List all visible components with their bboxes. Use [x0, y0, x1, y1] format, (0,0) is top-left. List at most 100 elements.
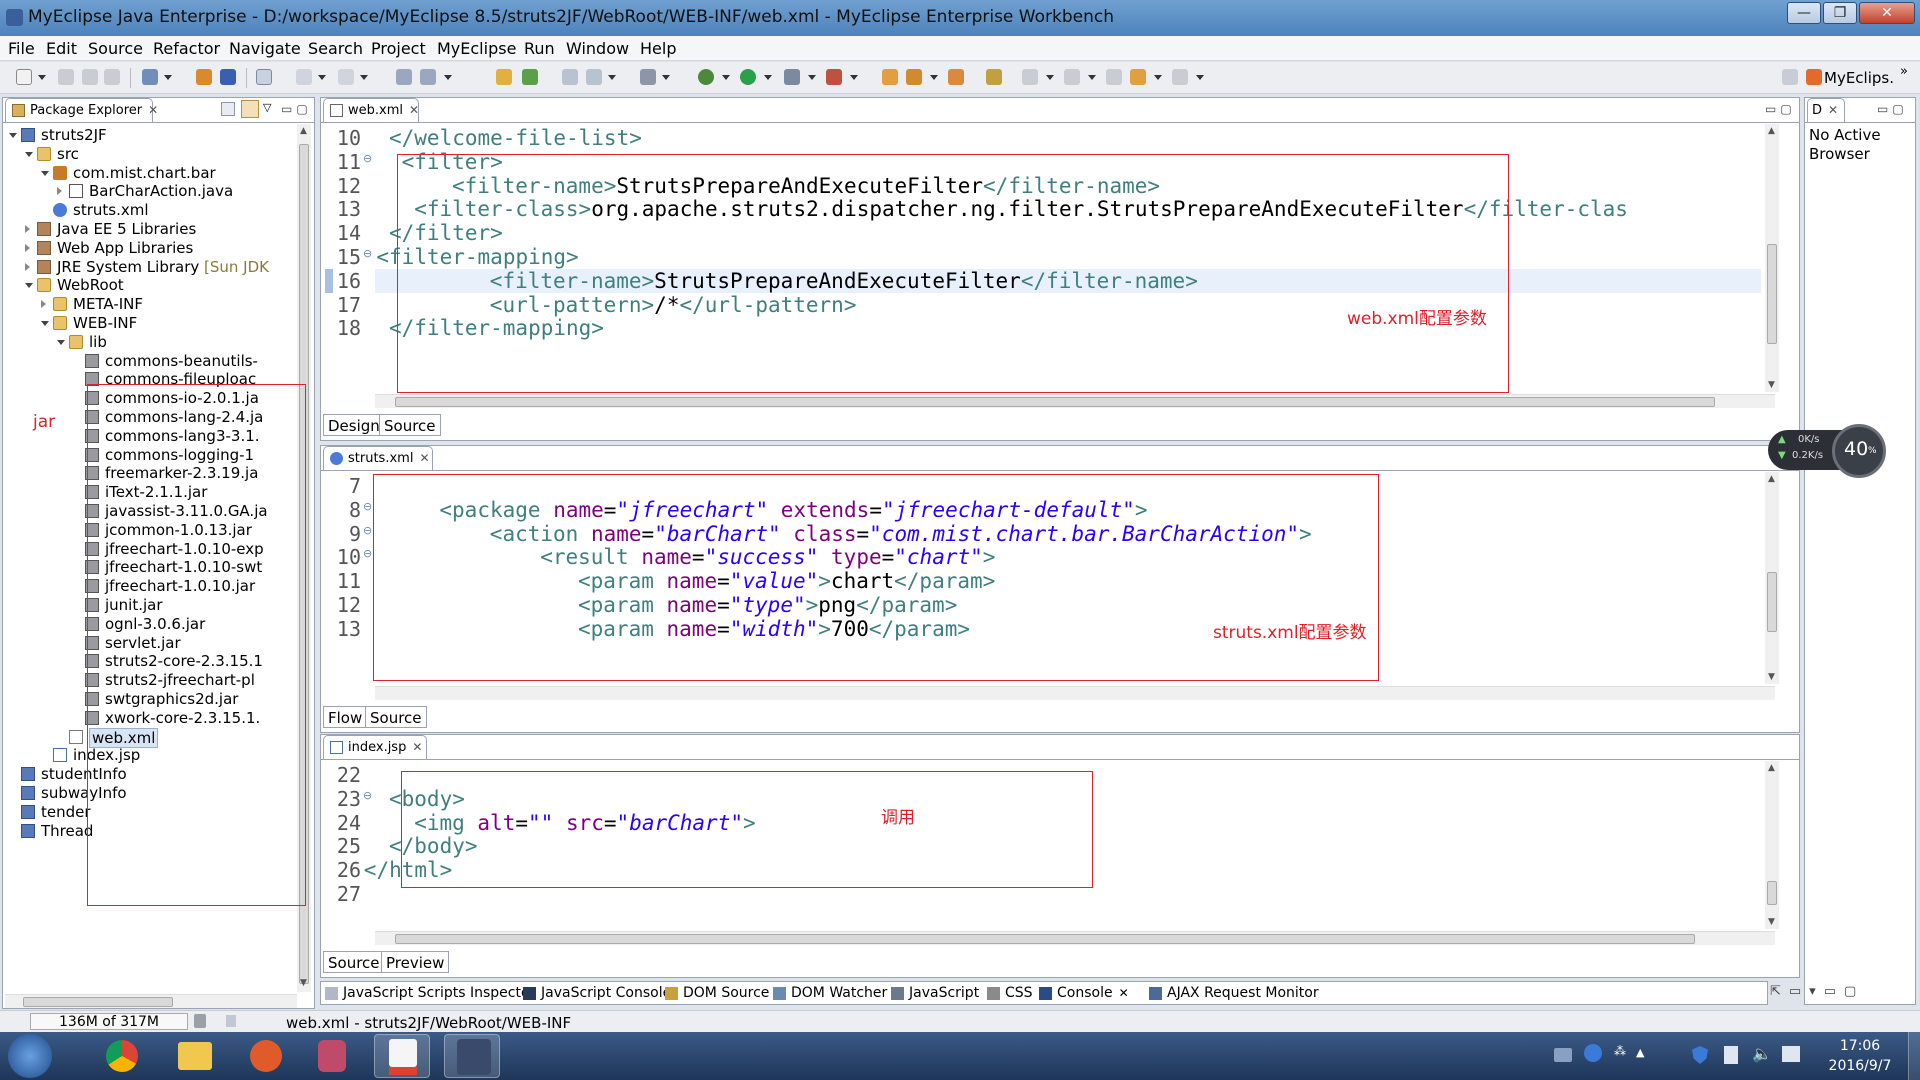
tab-browser[interactable]: D ✕ [1807, 98, 1845, 122]
pen-icon[interactable] [906, 69, 922, 85]
tree-hscroll-thumb[interactable] [23, 997, 173, 1007]
new-project-icon[interactable] [142, 69, 158, 85]
db-icon[interactable] [396, 69, 412, 85]
browser-dropdown-icon[interactable] [360, 75, 368, 80]
tab-javascript-scripts-inspector[interactable]: JavaScript Scripts Inspector [325, 985, 535, 1001]
collapsed-arrow-icon[interactable] [25, 225, 30, 233]
menu-source[interactable]: Source [88, 39, 143, 58]
help-icon[interactable] [1584, 1044, 1602, 1062]
tree-item[interactable]: commons-beanutils- [3, 352, 295, 371]
gc-trash-icon[interactable] [194, 1014, 206, 1028]
scroll-down-icon[interactable]: ▼ [1768, 672, 1775, 682]
print-icon[interactable] [104, 69, 120, 85]
scroll-up-icon[interactable]: ▲ [300, 126, 307, 136]
chevron-right-icon[interactable]: » [1900, 64, 1908, 79]
index-jsp-scroll-thumb[interactable] [1767, 881, 1777, 905]
menu-navigate[interactable]: Navigate [229, 39, 301, 58]
bottom-view-toolbar-icons[interactable]: ⇱▭▾▭▢ [1770, 984, 1864, 999]
tab-dom-watcher[interactable]: DOM Watcher [773, 985, 887, 1001]
sync-icon[interactable] [420, 69, 436, 85]
tab-javascript-console[interactable]: JavaScript Console [523, 985, 671, 1001]
shield-icon[interactable] [1692, 1046, 1708, 1064]
open-perspective-icon[interactable] [1782, 69, 1798, 85]
tab-dom-source[interactable]: DOM Source [665, 985, 769, 1001]
tab-source[interactable]: Source [365, 706, 427, 728]
external-tools-dropdown-icon[interactable] [850, 75, 858, 80]
minimize-button[interactable]: — [1787, 2, 1821, 24]
taskbar-explorer[interactable] [166, 1034, 222, 1078]
pen-dropdown-icon[interactable] [930, 75, 938, 80]
monitor-dropdown-icon[interactable] [662, 75, 670, 80]
close-icon[interactable]: ✕ [419, 451, 429, 465]
tray-settings-icon[interactable]: ⁂ [1614, 1044, 1626, 1058]
scroll-up-icon[interactable]: ▲ [1768, 763, 1775, 773]
globe-icon[interactable] [586, 69, 602, 85]
tab-web-xml[interactable]: web.xml ✕ [323, 98, 419, 122]
scroll-down-icon[interactable]: ▼ [300, 978, 307, 988]
taskbar-chrome[interactable] [94, 1034, 150, 1078]
fold-toggle-icon[interactable]: ⊖ [363, 547, 372, 560]
tree-item[interactable]: Web App Libraries [3, 239, 295, 258]
tab-struts-xml[interactable]: struts.xml ✕ [323, 446, 433, 470]
collapsed-arrow-icon[interactable] [41, 300, 46, 309]
menu-project[interactable]: Project [371, 39, 426, 58]
tree-item[interactable]: struts.xml [3, 201, 295, 220]
taskbar-media-player[interactable] [238, 1034, 294, 1078]
myeclipse-perspective-icon[interactable] [1806, 69, 1822, 85]
forward-icon[interactable] [1172, 69, 1188, 85]
expanded-arrow-icon[interactable] [57, 339, 65, 345]
toggle-icon[interactable] [256, 69, 272, 85]
tree-item[interactable]: lib [3, 333, 295, 352]
package-icon[interactable] [196, 69, 212, 85]
taskbar-myeclipse[interactable] [444, 1034, 500, 1078]
close-icon[interactable]: ✕ [1828, 103, 1838, 117]
collapse-all-icon[interactable] [221, 102, 235, 116]
struts-xml-scroll-thumb[interactable] [1767, 572, 1777, 632]
save-icon[interactable] [58, 69, 74, 85]
back-icon[interactable] [1130, 69, 1146, 85]
tab-package-explorer[interactable]: Package Explorer ✕ [5, 98, 158, 122]
tree-horizontal-scrollbar[interactable] [5, 994, 297, 1008]
prev-annotation-dropdown-icon[interactable] [1088, 75, 1096, 80]
menu-search[interactable]: Search [308, 39, 363, 58]
menu-help[interactable]: Help [640, 39, 676, 58]
net-speed-widget[interactable]: ▲ 0K/s ▼ 0.2K/s 40 % [1768, 424, 1886, 478]
taskbar-java[interactable] [374, 1034, 430, 1078]
external-tools-icon[interactable] [826, 69, 842, 85]
web-xml-hscroll-thumb[interactable] [395, 397, 1715, 407]
tray-expand-icon[interactable]: ▲ [1636, 1046, 1644, 1059]
tree-item[interactable]: BarCharAction.java [3, 182, 295, 201]
tree-item[interactable]: com.mist.chart.bar [3, 164, 295, 183]
next-annotation-icon[interactable] [1022, 69, 1038, 85]
task-icon[interactable] [948, 69, 964, 85]
sync-dropdown-icon[interactable] [444, 75, 452, 80]
open-project-icon[interactable] [882, 69, 898, 85]
new-dropdown-icon[interactable] [38, 75, 46, 80]
new-project-dropdown-icon[interactable] [164, 75, 172, 80]
menu-myeclipse[interactable]: MyEclipse [437, 39, 516, 58]
close-icon[interactable]: ✕ [148, 103, 158, 117]
start-button[interactable] [8, 1034, 52, 1078]
deploy-icon[interactable] [220, 69, 236, 85]
run-config-icon[interactable] [784, 69, 800, 85]
tab-ajax-request-monitor[interactable]: AJAX Request Monitor [1149, 985, 1319, 1001]
minimize-maximize-icons[interactable]: ▭▢ [1877, 102, 1908, 116]
fold-toggle-icon[interactable]: ⊖ [363, 152, 372, 165]
expanded-arrow-icon[interactable] [9, 133, 17, 138]
monitor-icon[interactable] [640, 69, 656, 85]
keyboard-icon[interactable] [1554, 1048, 1572, 1062]
forward-dropdown-icon[interactable] [1196, 75, 1204, 80]
globe-dropdown-icon[interactable] [608, 75, 616, 80]
tab-preview[interactable]: Preview [381, 951, 450, 973]
tab-console[interactable]: Console ✕ [1039, 985, 1129, 1001]
expanded-arrow-icon[interactable] [25, 283, 33, 289]
tree-item[interactable]: Java EE 5 Libraries [3, 220, 295, 239]
minimize-maximize-icons[interactable]: ▭▢ [1765, 102, 1796, 116]
tab-source[interactable]: Source [379, 414, 441, 436]
prev-annotation-icon[interactable] [1064, 69, 1080, 85]
tab-flow[interactable]: Flow [323, 706, 368, 728]
fold-toggle-icon[interactable]: ⊖ [363, 247, 372, 260]
index-jsp-vertical-scrollbar[interactable]: ▲ ▼ [1765, 761, 1779, 929]
open-folder-icon[interactable] [496, 69, 512, 85]
scroll-up-icon[interactable]: ▲ [1768, 126, 1775, 136]
